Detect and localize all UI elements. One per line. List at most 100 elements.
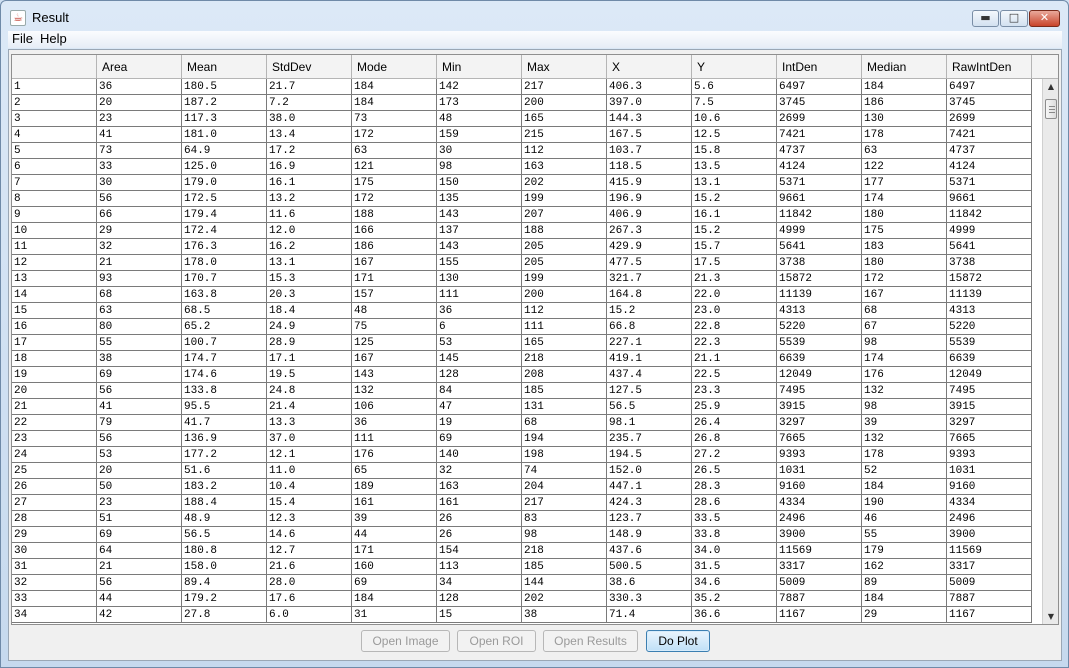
scroll-up-arrow-icon[interactable]: ▲ — [1043, 79, 1058, 95]
table-cell: 11569 — [777, 543, 862, 559]
table-cell: 13.2 — [267, 191, 352, 207]
row-index-cell: 33 — [12, 591, 97, 607]
table-row[interactable]: 13 93 170.7 15.3 171 130 199 321.7 21.3 15872 172 1… — [12, 271, 1032, 287]
open-image-button[interactable]: Open Image — [361, 630, 450, 652]
table-cell: 135 — [437, 191, 522, 207]
table-cell: 21.1 — [692, 351, 777, 367]
table-cell: 37.0 — [267, 431, 352, 447]
column-header[interactable]: X — [607, 55, 692, 79]
table-cell: 33 — [97, 159, 182, 175]
do-plot-button[interactable]: Do Plot — [646, 630, 710, 652]
column-header[interactable]: StdDev — [267, 55, 352, 79]
column-header-index[interactable] — [12, 55, 97, 79]
column-header[interactable]: Min — [437, 55, 522, 79]
table-row[interactable]: 9 66 179.4 11.6 188 143 207 406.9 16.1 11842 180 11… — [12, 207, 1032, 223]
table-row[interactable]: 21 41 95.5 21.4 106 47 131 56.5 25.9 3915 98 3915 — [12, 399, 1032, 415]
table-row[interactable]: 16 80 65.2 24.9 75 6 111 66.8 22.8 5220 67 5220 — [12, 319, 1032, 335]
table-cell: 15.3 — [267, 271, 352, 287]
table-cell: 38 — [97, 351, 182, 367]
menu-help[interactable]: Help — [40, 31, 67, 47]
column-header[interactable]: Mean — [182, 55, 267, 79]
table-row[interactable]: 14 68 163.8 20.3 157 111 200 164.8 22.0 11139 167 1… — [12, 287, 1032, 303]
table-cell: 112 — [522, 143, 607, 159]
table-cell: 89.4 — [182, 575, 267, 591]
table-row[interactable]: 5 73 64.9 17.2 63 30 112 103.7 15.8 4737 63 4737 — [12, 143, 1032, 159]
table-row[interactable]: 12 21 178.0 13.1 167 155 205 477.5 17.5 3738 180 37… — [12, 255, 1032, 271]
table-row[interactable]: 25 20 51.6 11.0 65 32 74 152.0 26.5 1031 52 1031 — [12, 463, 1032, 479]
row-index-cell: 16 — [12, 319, 97, 335]
table-row[interactable]: 4 41 181.0 13.4 172 159 215 167.5 12.5 7421 178 742… — [12, 127, 1032, 143]
table-row[interactable]: 26 50 183.2 10.4 189 163 204 447.1 28.3 9160 184 91… — [12, 479, 1032, 495]
table-cell: 1031 — [947, 463, 1032, 479]
minimize-button[interactable]: ▬ — [972, 10, 999, 27]
table-row[interactable]: 34 42 27.8 6.0 31 15 38 71.4 36.6 1167 29 1167 — [12, 607, 1032, 623]
table-row[interactable]: 10 29 172.4 12.0 166 137 188 267.3 15.2 4999 175 49… — [12, 223, 1032, 239]
table-cell: 2699 — [947, 111, 1032, 127]
table-row[interactable]: 11 32 176.3 16.2 186 143 205 429.9 15.7 5641 183 56… — [12, 239, 1032, 255]
table-cell: 143 — [437, 207, 522, 223]
title-bar[interactable]: ☕ Result ▬ □ ✕ — [1, 1, 1068, 31]
open-roi-button[interactable]: Open ROI — [457, 630, 536, 652]
maximize-button[interactable]: □ — [1000, 10, 1028, 27]
table-cell: 132 — [862, 431, 947, 447]
column-header[interactable]: Area — [97, 55, 182, 79]
table-row[interactable]: 27 23 188.4 15.4 161 161 217 424.3 28.6 4334 190 43… — [12, 495, 1032, 511]
table-cell: 183.2 — [182, 479, 267, 495]
table-row[interactable]: 30 64 180.8 12.7 171 154 218 437.6 34.0 11569 179 1… — [12, 543, 1032, 559]
table-row[interactable]: 28 51 48.9 12.3 39 26 83 123.7 33.5 2496 46 2496 — [12, 511, 1032, 527]
scroll-down-arrow-icon[interactable]: ▼ — [1043, 609, 1058, 624]
table-cell: 29 — [862, 607, 947, 623]
table-row[interactable]: 17 55 100.7 28.9 125 53 165 227.1 22.3 5539 98 5539 — [12, 335, 1032, 351]
table-cell: 205 — [522, 239, 607, 255]
table-cell: 15872 — [777, 271, 862, 287]
row-index-cell: 13 — [12, 271, 97, 287]
column-header[interactable]: IntDen — [777, 55, 862, 79]
column-header[interactable]: Y — [692, 55, 777, 79]
table-cell: 113 — [437, 559, 522, 575]
table-cell: 34.0 — [692, 543, 777, 559]
table-cell: 165 — [522, 335, 607, 351]
table-row[interactable]: 19 69 174.6 19.5 143 128 208 437.4 22.5 12049 176 1… — [12, 367, 1032, 383]
row-index-cell: 11 — [12, 239, 97, 255]
table-row[interactable]: 29 69 56.5 14.6 44 26 98 148.9 33.8 3900 55 3900 — [12, 527, 1032, 543]
column-header[interactable]: Median — [862, 55, 947, 79]
table-header: Area Mean StdDev Mode Min Max X Y IntDen Median Ra… — [12, 55, 1042, 79]
table-row[interactable]: 33 44 179.2 17.6 184 128 202 330.3 35.2 7887 184 78… — [12, 591, 1032, 607]
scroll-thumb[interactable] — [1045, 99, 1057, 119]
table-body[interactable]: 1 36 180.5 21.7 184 142 217 406.3 5.6 6497 184 6497… — [12, 79, 1032, 624]
table-cell: 164.8 — [607, 287, 692, 303]
table-cell: 10.4 — [267, 479, 352, 495]
table-cell: 68.5 — [182, 303, 267, 319]
table-cell: 9160 — [777, 479, 862, 495]
column-header[interactable]: Mode — [352, 55, 437, 79]
table-row[interactable]: 15 63 68.5 18.4 48 36 112 15.2 23.0 4313 68 4313 — [12, 303, 1032, 319]
menu-file[interactable]: File — [12, 31, 33, 47]
table-row[interactable]: 6 33 125.0 16.9 121 98 163 118.5 13.5 4124 122 4124 — [12, 159, 1032, 175]
table-cell: 19.5 — [267, 367, 352, 383]
open-results-button[interactable]: Open Results — [543, 630, 638, 652]
table-row[interactable]: 23 56 136.9 37.0 111 69 194 235.7 26.8 7665 132 766… — [12, 431, 1032, 447]
table-row[interactable]: 31 21 158.0 21.6 160 113 185 500.5 31.5 3317 162 33… — [12, 559, 1032, 575]
table-row[interactable]: 2 20 187.2 7.2 184 173 200 397.0 7.5 3745 186 3745 — [12, 95, 1032, 111]
table-cell: 7421 — [777, 127, 862, 143]
table-row[interactable]: 24 53 177.2 12.1 176 140 198 194.5 27.2 9393 178 93… — [12, 447, 1032, 463]
column-header[interactable]: Max — [522, 55, 607, 79]
row-index-cell: 15 — [12, 303, 97, 319]
table-cell: 180.5 — [182, 79, 267, 95]
vertical-scrollbar[interactable]: ▲ ▼ — [1042, 79, 1058, 624]
table-row[interactable]: 3 23 117.3 38.0 73 48 165 144.3 10.6 2699 130 2699 — [12, 111, 1032, 127]
close-button[interactable]: ✕ — [1029, 10, 1060, 27]
table-cell: 189 — [352, 479, 437, 495]
table-row[interactable]: 1 36 180.5 21.7 184 142 217 406.3 5.6 6497 184 6497 — [12, 79, 1032, 95]
table-row[interactable]: 20 56 133.8 24.8 132 84 185 127.5 23.3 7495 132 749… — [12, 383, 1032, 399]
table-row[interactable]: 32 56 89.4 28.0 69 34 144 38.6 34.6 5009 89 5009 — [12, 575, 1032, 591]
table-row[interactable]: 7 30 179.0 16.1 175 150 202 415.9 13.1 5371 177 537… — [12, 175, 1032, 191]
table-row[interactable]: 8 56 172.5 13.2 172 135 199 196.9 15.2 9661 174 966… — [12, 191, 1032, 207]
column-header[interactable]: RawIntDen — [947, 55, 1032, 79]
table-row[interactable]: 18 38 174.7 17.1 167 145 218 419.1 21.1 6639 174 66… — [12, 351, 1032, 367]
table-row[interactable]: 22 79 41.7 13.3 36 19 68 98.1 26.4 3297 39 3297 — [12, 415, 1032, 431]
table-cell: 215 — [522, 127, 607, 143]
table-cell: 15 — [437, 607, 522, 623]
table-cell: 64 — [97, 543, 182, 559]
table-cell: 6639 — [777, 351, 862, 367]
